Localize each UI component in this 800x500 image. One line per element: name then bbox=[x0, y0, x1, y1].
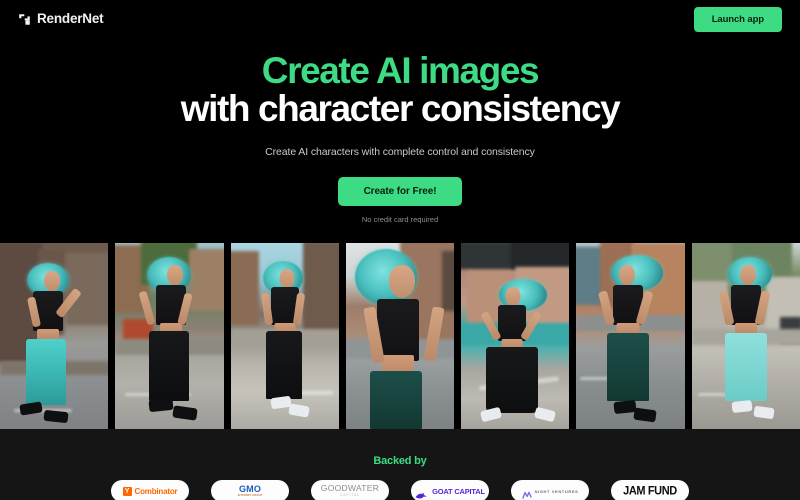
page-title-line-1: Create AI images bbox=[261, 50, 540, 91]
y-combinator-badge-icon: Y bbox=[122, 486, 132, 496]
gallery-image-3[interactable] bbox=[230, 243, 339, 429]
gallery-image-2[interactable] bbox=[115, 243, 224, 429]
no-credit-card-note: No credit card required bbox=[361, 214, 439, 224]
brand-name: RenderNet bbox=[37, 11, 104, 27]
investor-logo-row: Y Combinator GMO INTERNET GROUP GOODWATE… bbox=[0, 480, 800, 500]
landing-page: RenderNet Launch app Create AI images wi… bbox=[0, 0, 800, 500]
backed-by-title: Backed by bbox=[373, 455, 427, 467]
night-ventures-label: NIGHT VENTURES bbox=[534, 488, 579, 494]
goodwater-sublabel: CAPITAL bbox=[339, 493, 361, 498]
gmo-label: GMO bbox=[238, 483, 262, 494]
gallery-image-1[interactable] bbox=[0, 243, 109, 429]
gallery-image-7[interactable] bbox=[691, 243, 800, 429]
investor-logo-y-combinator[interactable]: Y Combinator bbox=[111, 480, 189, 500]
hero-subtitle: Create AI characters with complete contr… bbox=[265, 145, 535, 158]
gallery-image-5[interactable] bbox=[461, 243, 570, 429]
gallery-image-6[interactable] bbox=[576, 243, 685, 429]
create-for-free-button[interactable]: Create for Free! bbox=[337, 176, 463, 206]
goat-icon bbox=[415, 487, 429, 499]
y-combinator-label: Combinator bbox=[134, 486, 178, 496]
investor-logo-jam-fund[interactable]: JAM FUND bbox=[611, 480, 689, 500]
goodwater-lockup: GOODWATER CAPITAL bbox=[321, 484, 379, 497]
goodwater-label: GOODWATER bbox=[320, 483, 380, 494]
investor-logo-goat-capital[interactable]: GOAT CAPITAL bbox=[411, 480, 489, 500]
gmo-lockup: GMO INTERNET GROUP bbox=[237, 483, 263, 498]
investor-logo-goodwater[interactable]: GOODWATER CAPITAL bbox=[311, 480, 389, 500]
rendernet-logo-icon bbox=[18, 13, 31, 26]
launch-app-button[interactable]: Launch app bbox=[693, 6, 782, 32]
site-header: RenderNet Launch app bbox=[0, 0, 800, 38]
hero-cta-group: Create for Free! No credit card required bbox=[0, 176, 800, 224]
jam-fund-label: JAM FUND bbox=[623, 484, 677, 498]
night-n-icon bbox=[521, 487, 532, 499]
gmo-sublabel: INTERNET GROUP bbox=[237, 493, 263, 497]
backed-by-section: Backed by Y Combinator GMO INTERNET GROU… bbox=[0, 429, 800, 500]
investor-logo-gmo[interactable]: GMO INTERNET GROUP bbox=[211, 480, 289, 500]
gallery-image-4[interactable] bbox=[345, 243, 455, 429]
character-gallery-strip bbox=[0, 243, 800, 429]
page-title-line-2: with character consistency bbox=[180, 88, 621, 130]
hero-section: Create AI images with character consiste… bbox=[0, 50, 800, 224]
brand-logo[interactable]: RenderNet bbox=[18, 11, 104, 27]
investor-logo-night-ventures[interactable]: NIGHT VENTURES bbox=[511, 480, 589, 500]
goat-capital-label: GOAT CAPITAL bbox=[432, 486, 485, 496]
